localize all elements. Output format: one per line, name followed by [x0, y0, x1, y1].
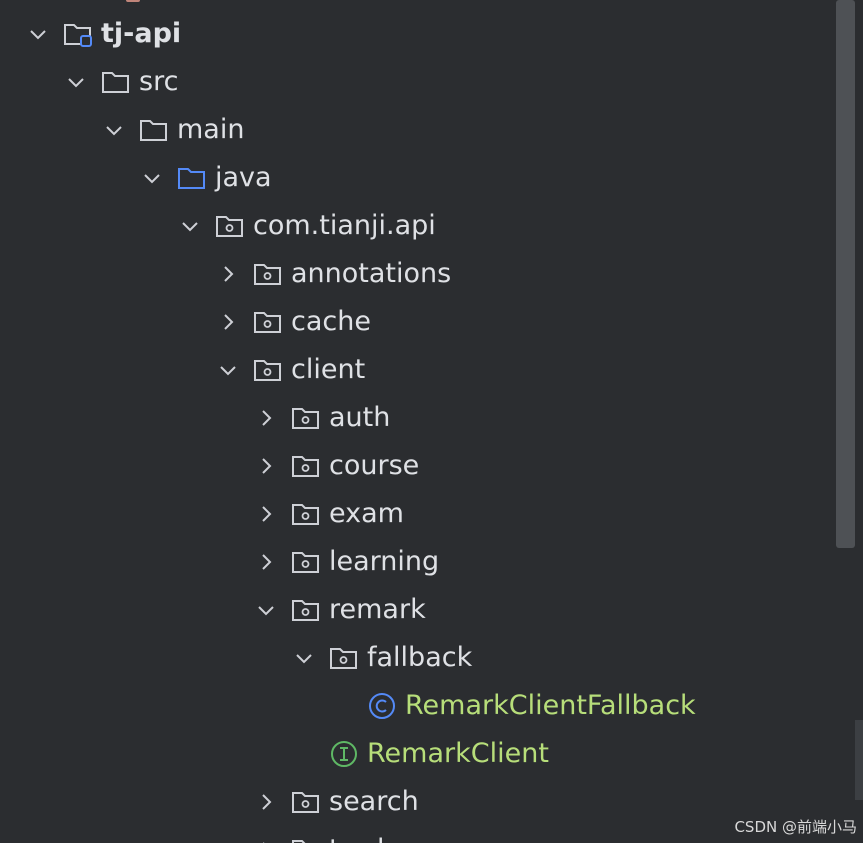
chevron-down-icon[interactable] [28, 24, 48, 44]
tree-node-label: remark [329, 594, 426, 625]
package-icon [254, 312, 281, 333]
chevron-right-icon[interactable] [218, 264, 238, 284]
tree-node-exam[interactable]: exam [0, 490, 840, 538]
chevron-right-icon[interactable] [256, 408, 276, 428]
tree-node-search[interactable]: search [0, 778, 840, 826]
chevron-down-icon[interactable] [142, 168, 162, 188]
package-icon [292, 600, 319, 621]
package-icon [292, 504, 319, 525]
tree-node-remark-client-fallback[interactable]: RemarkClientFallback [0, 682, 840, 730]
tree-node-com-tianji-api[interactable]: com.tianji.api [0, 202, 840, 250]
chevron-right-icon[interactable] [256, 456, 276, 476]
tree-node-label: course [329, 450, 420, 481]
chevron-down-icon[interactable] [66, 72, 86, 92]
tree-node-label: fallback [367, 642, 473, 673]
chevron-down-icon[interactable] [218, 360, 238, 380]
tree-node-label: java [215, 162, 272, 193]
tree-node-label: trade [329, 834, 401, 843]
tree-node-course[interactable]: course [0, 442, 840, 490]
chevron-down-icon[interactable] [104, 120, 124, 140]
tree-node-label: cache [291, 306, 371, 337]
tree-node-java[interactable]: java [0, 154, 840, 202]
tree-node-label: annotations [291, 258, 452, 289]
folder-icon [140, 120, 167, 141]
module-folder-icon [64, 24, 92, 47]
tree-node-label: RemarkClient [367, 738, 549, 769]
clipped-row-marker [126, 0, 140, 2]
chevron-down-icon[interactable] [294, 648, 314, 668]
tree-node-label: client [291, 354, 366, 385]
tree-node-label: src [139, 66, 179, 97]
tree-node-remark-client[interactable]: RemarkClient [0, 730, 840, 778]
tree-node-trade[interactable]: trade [0, 826, 840, 843]
tree-node-tj-api[interactable]: tj-api [0, 10, 840, 58]
tree-node-label: tj-api [101, 18, 182, 49]
source-folder-icon [178, 168, 205, 189]
tree-node-label: auth [329, 402, 391, 433]
tree-node-label: search [329, 786, 419, 817]
chevron-right-icon[interactable] [256, 552, 276, 572]
tree-node-main[interactable]: main [0, 106, 840, 154]
package-icon [292, 840, 319, 843]
tree-node-auth[interactable]: auth [0, 394, 840, 442]
watermark: CSDN @前端小马 [734, 818, 857, 836]
package-icon [292, 552, 319, 573]
tree-node-annotations[interactable]: annotations [0, 250, 840, 298]
package-icon [254, 264, 281, 285]
class-icon [369, 693, 395, 719]
tree-node-fallback[interactable]: fallback [0, 634, 840, 682]
tree-node-client[interactable]: client [0, 346, 840, 394]
project-tree: tj-api src main java com.tianji.api anno… [0, 0, 863, 843]
package-icon [254, 360, 281, 381]
tree-node-src[interactable]: src [0, 58, 840, 106]
chevron-down-icon[interactable] [180, 216, 200, 236]
package-icon [292, 792, 319, 813]
interface-icon [331, 741, 357, 767]
vertical-scrollbar[interactable] [836, 0, 855, 548]
tree-node-label: main [177, 114, 245, 145]
chevron-down-icon[interactable] [256, 600, 276, 620]
tree-node-label: exam [329, 498, 404, 529]
tree-node-learning[interactable]: learning [0, 538, 840, 586]
chevron-right-icon[interactable] [256, 504, 276, 524]
package-icon [216, 216, 243, 237]
editor-scrollbar-edge [855, 720, 863, 800]
package-icon [330, 648, 357, 669]
tree-node-label: com.tianji.api [253, 210, 436, 241]
tree-node-label: learning [329, 546, 440, 577]
tree-node-cache[interactable]: cache [0, 298, 840, 346]
tree-node-label: RemarkClientFallback [405, 690, 696, 721]
folder-icon [102, 72, 129, 93]
package-icon [292, 456, 319, 477]
tree-node-remark[interactable]: remark [0, 586, 840, 634]
chevron-right-icon[interactable] [218, 312, 238, 332]
package-icon [292, 408, 319, 429]
chevron-right-icon[interactable] [256, 792, 276, 812]
